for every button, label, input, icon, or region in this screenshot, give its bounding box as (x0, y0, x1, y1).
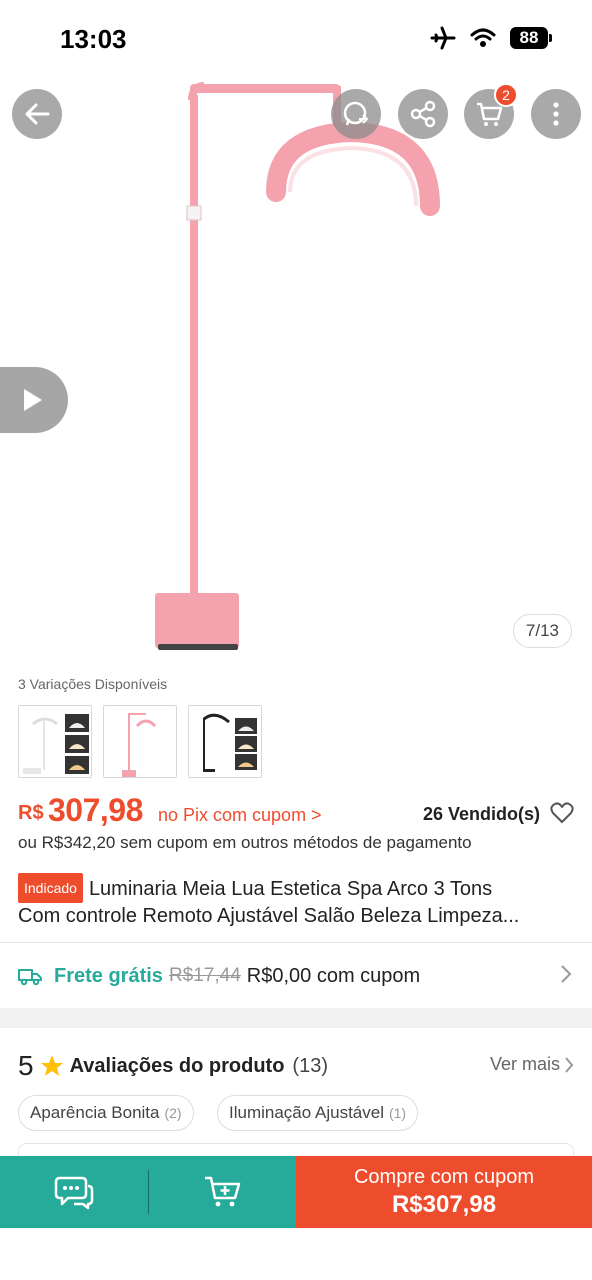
variation-image (203, 713, 257, 772)
bottom-action-bar: Compre com cupom R$307,98 (0, 1156, 592, 1228)
star-icon (40, 1055, 63, 1076)
review-tag[interactable]: Iluminação Ajustável (1) (217, 1095, 419, 1131)
price-currency: R$ (18, 802, 44, 824)
review-tag[interactable]: Aparência Bonita (2) (18, 1095, 194, 1131)
buy-button-label: Compre com cupom (353, 1165, 535, 1188)
product-title-line1: Luminaria Meia Lua Estetica Spa Arco 3 T… (88, 878, 493, 900)
chevron-right-icon (560, 964, 572, 989)
see-more-label: Ver mais (489, 1054, 560, 1074)
share-button[interactable] (398, 89, 448, 139)
share-icon (410, 100, 436, 128)
chat-button[interactable] (0, 1156, 148, 1228)
variations-label: 3 Variações Disponíveis (18, 676, 168, 692)
more-vertical-icon (553, 102, 559, 126)
shipping-row[interactable]: Frete grátis R$17,44 R$0,00 com cupom (18, 958, 574, 994)
price-row: R$ 307,98 no Pix com cupom > 26 Vendido(… (18, 792, 574, 832)
review-tag-label: Iluminação Ajustável (229, 1103, 384, 1122)
variation-thumb-black[interactable] (188, 705, 262, 778)
review-tag-count: (1) (388, 1105, 407, 1121)
back-arrow-icon (25, 103, 50, 125)
indicado-badge: Indicado (18, 873, 83, 903)
buy-button-price: R$307,98 (391, 1190, 497, 1218)
battery-indicator: 88 (510, 27, 552, 49)
shipping-new-price: R$0,00 com cupom (246, 964, 421, 987)
variation-thumb-white[interactable] (18, 705, 92, 778)
reviews-count: (13) (292, 1054, 328, 1077)
truck-icon (18, 969, 42, 986)
cart-button[interactable]: 2 (464, 83, 518, 139)
chevron-right-icon (565, 1056, 574, 1073)
review-tag-label: Aparência Bonita (30, 1103, 160, 1122)
variation-thumb-pink[interactable] (103, 705, 177, 778)
product-image-gallery[interactable]: 2 7/13 (0, 0, 592, 665)
whatsapp-icon (343, 101, 369, 126)
more-options-button[interactable] (531, 89, 581, 139)
review-tag-count: (2) (164, 1105, 182, 1121)
play-icon (24, 389, 42, 411)
see-more-link[interactable]: Ver mais (490, 1054, 574, 1075)
sold-count: 26 Vendido(s) (422, 804, 540, 824)
wifi-icon (470, 28, 496, 47)
heart-icon (550, 802, 574, 823)
play-video-button[interactable] (0, 367, 68, 433)
whatsapp-share-button[interactable] (331, 89, 381, 139)
product-title-line2: Com controle Remoto Ajustável Salão Bele… (18, 905, 520, 927)
status-bar: 13:03 88 (0, 0, 592, 80)
cart-count-badge: 2 (494, 83, 518, 107)
variation-image (23, 714, 89, 774)
status-icons: 88 (430, 26, 552, 50)
pix-coupon-link[interactable]: no Pix com cupom > (158, 805, 322, 826)
reviews-title: Avaliações do produto (69, 1054, 285, 1077)
add-to-cart-button[interactable] (149, 1156, 296, 1228)
back-button[interactable] (12, 89, 62, 139)
price-value: 307,98 (48, 792, 143, 828)
battery-level: 88 (510, 27, 548, 49)
buy-with-coupon-button[interactable]: Compre com cupom R$307,98 (296, 1156, 592, 1228)
alt-price-text: ou R$342,20 sem cupom em outros métodos … (18, 833, 472, 852)
image-counter: 7/13 (512, 614, 572, 648)
chat-icon (54, 1176, 94, 1210)
status-time: 13:03 (60, 24, 127, 54)
reviews-header: 5 Avaliações do produto (13) Ver mais (18, 1046, 574, 1086)
add-to-cart-icon (204, 1176, 240, 1207)
airplane-icon (430, 26, 456, 50)
free-shipping-label: Frete grátis (54, 964, 163, 987)
favorite-button[interactable] (550, 802, 574, 829)
shipping-old-price: R$17,44 (168, 965, 241, 986)
product-title: Indicado Luminaria Meia Lua Estetica Spa … (18, 873, 578, 929)
rating-value: 5 (18, 1050, 34, 1081)
variation-image (122, 713, 157, 777)
